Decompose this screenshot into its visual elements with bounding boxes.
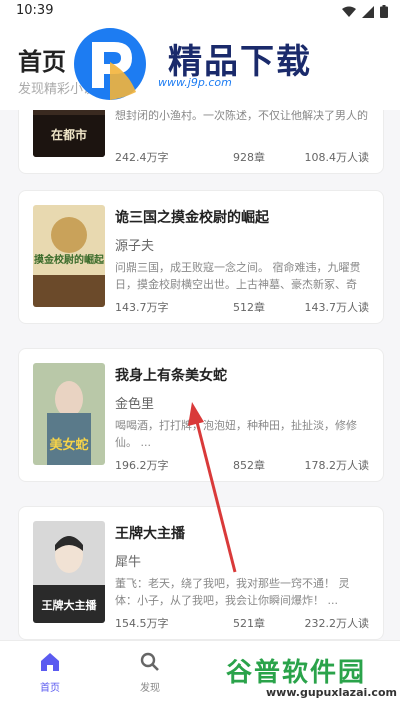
word-count: 143.7万字 [115, 301, 169, 314]
book-cover: 摸金校尉的崛起 [33, 205, 105, 307]
chapter-count: 512章 [233, 301, 265, 314]
reader-count: 178.2万人读 [304, 459, 370, 472]
status-bar: 10:39 [0, 0, 400, 24]
reader-count: 108.4万人读 [304, 151, 370, 164]
book-desc: 喝喝酒，打打牌，泡泡妞，种种田，扯扯淡，修修仙。 ... [115, 419, 357, 449]
search-icon [140, 652, 159, 671]
book-card[interactable]: 摸金校尉的崛起 诡三国之摸金校尉的崛起 源子夫 问鼎三国，成王败寇一念之间。 宿… [18, 190, 384, 324]
cover-title: 摸金校尉的崛起 [34, 253, 105, 266]
book-cover: 在都市 [33, 110, 105, 157]
book-cover: 美女蛇 [33, 363, 105, 465]
book-cover: 王牌大主播 [33, 521, 105, 623]
home-icon [41, 653, 59, 671]
chapter-count: 521章 [233, 617, 265, 630]
logo-url: www.j9p.com [158, 76, 232, 89]
book-stats: 196.2万字 852章 178.2万人读 [115, 457, 369, 473]
header: 首页 发现精彩小说 精品下载 www.j9p.com [0, 24, 400, 110]
book-card[interactable]: 王牌大主播 王牌大主播 犀牛 董飞：老天，绕了我吧，我对那些一窍不通！ 灵体：小… [18, 506, 384, 640]
nav-home[interactable]: 首页 [20, 647, 80, 697]
book-stats: 143.7万字 512章 143.7万人读 [115, 299, 369, 315]
chapter-count: 928章 [233, 151, 265, 164]
book-desc: 想封闭的小渔村。一次陈述，不仅让他解决了男人的 [115, 110, 368, 122]
site-logo-watermark: 精品下载 www.j9p.com [70, 26, 350, 102]
book-title[interactable]: 我身上有条美女蛇 [115, 365, 227, 385]
logo-p-icon [74, 28, 146, 100]
book-card[interactable]: 美女蛇 我身上有条美女蛇 金色里 喝喝酒，打打牌，泡泡妞，种种田，扯扯淡，修修仙… [18, 348, 384, 482]
reader-count: 143.7万人读 [304, 301, 370, 314]
cover-title: 美女蛇 [49, 437, 88, 453]
site-watermark: 谷普软件园 www.gupuxlazai.com [220, 648, 400, 712]
word-count: 154.5万字 [115, 617, 169, 630]
book-author: 源子夫 [115, 239, 155, 254]
signal-icon [362, 5, 374, 18]
book-title[interactable]: 诡三国之摸金校尉的崛起 [115, 207, 269, 227]
wifi-icon [342, 6, 356, 17]
status-icons [342, 5, 388, 18]
word-count: 242.4万字 [115, 151, 169, 164]
book-author: 金色里 [115, 397, 155, 412]
book-author: 犀牛 [115, 555, 142, 570]
reader-count: 232.2万人读 [304, 617, 370, 630]
status-time: 10:39 [16, 3, 54, 18]
book-stats: 242.4万字 928章 108.4万人读 [115, 149, 369, 165]
cover-title: 王牌大主播 [42, 598, 98, 612]
book-desc: 问鼎三国，成王败寇一念之间。 宿命难违，九曜贯日，摸金校尉横空出世。上古神墓、豪… [115, 261, 361, 291]
book-list[interactable]: 在都市 想封闭的小渔村。一次陈述，不仅让他解决了男人的 242.4万字 928章… [0, 110, 400, 640]
nav-discover[interactable]: 发现 [120, 647, 180, 697]
book-title[interactable]: 王牌大主播 [115, 523, 185, 543]
book-stats: 154.5万字 521章 232.2万人读 [115, 615, 369, 631]
watermark-url: www.gupuxlazai.com [266, 686, 397, 699]
battery-icon [380, 5, 388, 18]
cover-title: 在都市 [51, 127, 87, 142]
book-desc: 董飞：老天，绕了我吧，我对那些一窍不通！ 灵体：小子，从了我吧，我会让你瞬间爆炸… [115, 577, 350, 607]
chapter-count: 852章 [233, 459, 265, 472]
watermark-title: 谷普软件园 [226, 658, 367, 688]
word-count: 196.2万字 [115, 459, 169, 472]
page-title: 首页 [18, 48, 66, 76]
book-card[interactable]: 在都市 想封闭的小渔村。一次陈述，不仅让他解决了男人的 242.4万字 928章… [18, 110, 384, 174]
nav-home-label: 首页 [40, 683, 60, 694]
nav-discover-label: 发现 [140, 683, 160, 694]
